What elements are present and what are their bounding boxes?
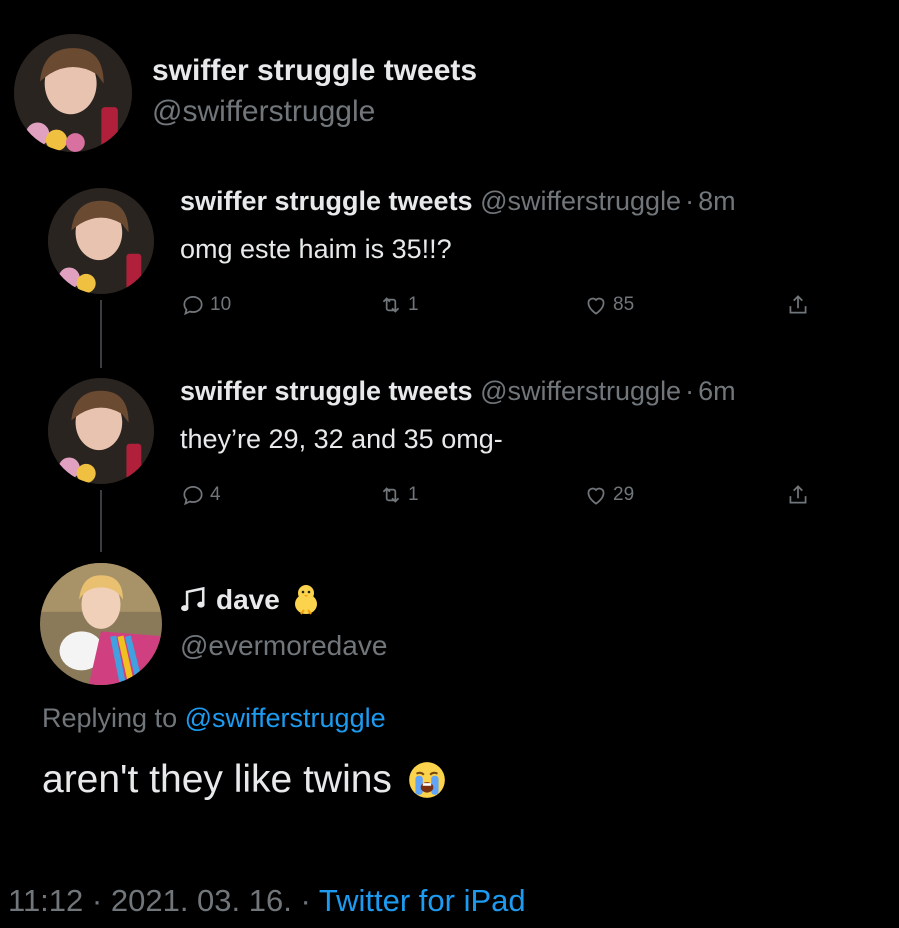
tweet-1-avatar[interactable] [48, 188, 154, 294]
main-handle[interactable]: @swifferstruggle [152, 95, 375, 129]
tweet-text: they’re 29, 32 and 35 omg- [180, 424, 503, 454]
reply-text: aren't they like twins [42, 758, 392, 801]
retweet-icon [382, 297, 400, 313]
reply-button[interactable]: 10 [180, 292, 231, 318]
tweet-meta-footer: 11:12 · 2021. 03. 16. · Twitter for iPad [8, 883, 526, 919]
source-link[interactable]: Twitter for iPad [319, 883, 526, 918]
reply-count: 4 [210, 484, 221, 505]
tweet-date[interactable]: 2021. 03. 16. [111, 883, 292, 918]
heart-icon [587, 487, 605, 505]
share-icon [789, 295, 807, 314]
heart-icon [587, 297, 605, 315]
separator-dot: · [685, 376, 695, 406]
crying-face-emoji-icon [409, 762, 445, 798]
tweet-author-handle[interactable]: @swifferstruggle [480, 376, 681, 406]
share-icon [789, 485, 807, 504]
tweet-timestamp[interactable]: 11:12 [8, 883, 83, 918]
share-button[interactable] [785, 482, 815, 508]
reply-icon [183, 486, 203, 506]
tweet-author-name[interactable]: swiffer struggle tweets [180, 186, 473, 216]
thread-line [100, 300, 102, 368]
retweet-count: 1 [408, 294, 419, 315]
reply-avatar[interactable] [40, 563, 162, 685]
tweet-time[interactable]: 6m [698, 376, 736, 406]
reply-button[interactable]: 4 [180, 482, 221, 508]
like-button[interactable]: 29 [583, 482, 634, 508]
share-button[interactable] [785, 292, 815, 318]
main-display-name[interactable]: swiffer struggle tweets [152, 54, 477, 88]
reply-name-row[interactable]: dave [180, 582, 324, 618]
replying-to: Replying to @swifferstruggle [42, 703, 386, 734]
tweet-time[interactable]: 8m [698, 186, 736, 216]
replying-to-handle[interactable]: @swifferstruggle [185, 703, 386, 733]
tweet-1-header: swiffer struggle tweets @swifferstruggle… [180, 186, 736, 217]
thread-line [100, 490, 102, 552]
like-button[interactable]: 85 [583, 292, 634, 318]
retweet-button[interactable]: 1 [378, 292, 419, 318]
like-count: 85 [613, 294, 635, 315]
tweet-text: omg este haim is 35!!? [180, 234, 452, 264]
replying-to-label: Replying to [42, 703, 178, 733]
reply-count: 10 [210, 294, 232, 315]
reply-icon [183, 296, 203, 316]
reply-handle[interactable]: @evermoredave [180, 630, 387, 662]
retweet-count: 1 [408, 484, 419, 505]
reply-text-row: aren't they like twins [42, 758, 448, 802]
tweet-2-header: swiffer struggle tweets @swifferstruggle… [180, 376, 736, 407]
tweet-author-name[interactable]: swiffer struggle tweets [180, 376, 473, 406]
profile-photo [48, 378, 154, 484]
profile-photo [40, 563, 162, 685]
like-count: 29 [613, 484, 635, 505]
retweet-button[interactable]: 1 [378, 482, 419, 508]
reply-display-name[interactable]: dave [216, 584, 280, 616]
separator-dot: · [300, 883, 311, 918]
separator-dot: · [685, 186, 695, 216]
profile-photo [14, 34, 132, 152]
separator-dot: · [91, 883, 103, 918]
chick-emoji-icon [294, 585, 317, 615]
music-note-icon [181, 586, 205, 612]
tweet-author-handle[interactable]: @swifferstruggle [480, 186, 681, 216]
main-avatar[interactable] [14, 34, 132, 152]
profile-photo [48, 188, 154, 294]
tweet-2-avatar[interactable] [48, 378, 154, 484]
retweet-icon [382, 487, 400, 503]
